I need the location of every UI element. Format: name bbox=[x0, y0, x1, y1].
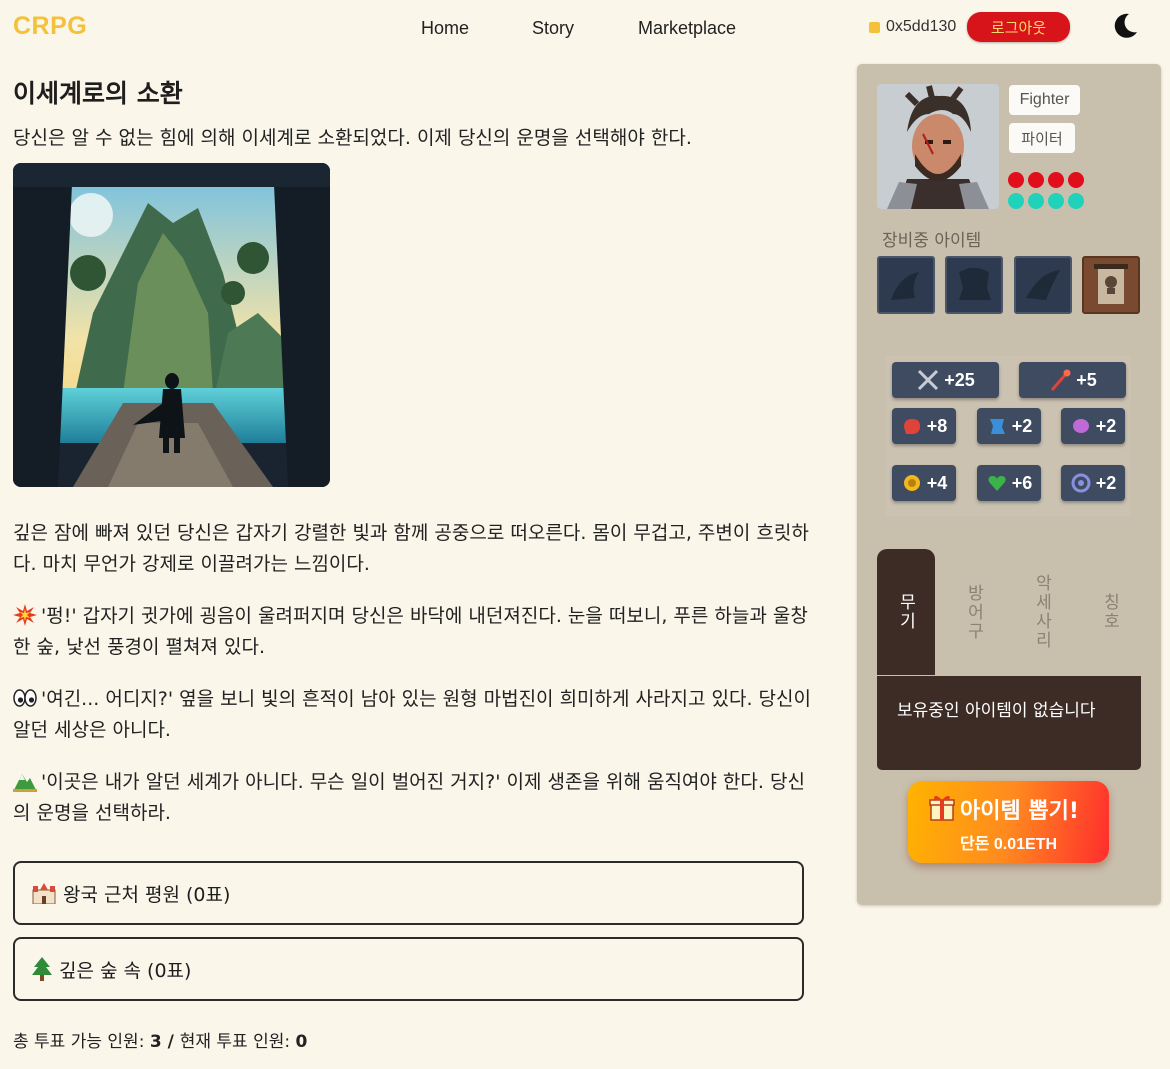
choice-option-forest[interactable]: 깊은 숲 속 (0표) bbox=[13, 937, 804, 1001]
stat-defense: +2 bbox=[977, 408, 1041, 444]
weapon-slot-icon bbox=[891, 272, 919, 300]
story-paragraph-text: 깊은 잠에 빠져 있던 당신은 갑자기 강렬한 빛과 함께 공중으로 떠오른다.… bbox=[13, 522, 809, 575]
health-dot bbox=[1028, 172, 1044, 188]
equip-slot-armor[interactable] bbox=[945, 256, 1003, 314]
wallet-address-text: 0x5dd130 bbox=[886, 18, 957, 35]
tab-weapon[interactable]: 무기 bbox=[877, 549, 935, 675]
vote-current-label: 현재 투표 인원: bbox=[179, 1032, 296, 1052]
story-paragraph: 깊은 잠에 빠져 있던 당신은 갑자기 강렬한 빛과 함께 공중으로 떠오른다.… bbox=[13, 518, 813, 580]
class-badge-ko: 파이터 bbox=[1009, 123, 1075, 153]
fist-icon bbox=[903, 419, 920, 434]
inventory-empty-text: 보유중인 아이템이 없습니다 bbox=[897, 701, 1096, 721]
stat-magic-value: +5 bbox=[1076, 369, 1097, 390]
item-gacha-button[interactable]: 아이템 뽑기! 단돈 0.01ETH bbox=[908, 781, 1109, 863]
story-paragraph-text: '펑!' 갑자기 귓가에 굉음이 울려퍼지며 당신은 바닥에 내던져진다. 눈을… bbox=[13, 605, 808, 658]
story-image bbox=[13, 163, 330, 487]
gift-icon bbox=[929, 795, 955, 821]
mountain-icon bbox=[13, 774, 37, 792]
logo[interactable]: CRPG bbox=[13, 12, 87, 41]
stat-spirit: +2 bbox=[1061, 465, 1125, 501]
tab-title[interactable]: 칭호 bbox=[1081, 549, 1139, 675]
mana-dot bbox=[1068, 193, 1084, 209]
staff-icon bbox=[1051, 369, 1071, 391]
tab-armor[interactable]: 방어구 bbox=[945, 549, 1003, 675]
eyes-icon bbox=[13, 689, 37, 707]
equip-slot-accessory[interactable] bbox=[1014, 256, 1072, 314]
tab-accessory[interactable]: 악세사리 bbox=[1013, 549, 1071, 675]
equip-slot-weapon[interactable] bbox=[877, 256, 935, 314]
explosion-icon bbox=[13, 604, 37, 626]
health-dot bbox=[1048, 172, 1064, 188]
equip-slot-title[interactable] bbox=[1082, 256, 1140, 314]
health-dot bbox=[1008, 172, 1024, 188]
gacha-price: 단돈 0.01ETH bbox=[959, 836, 1058, 853]
choice-label: 깊은 숲 속 (0표) bbox=[59, 959, 192, 982]
health-points bbox=[1008, 172, 1084, 188]
vote-total-value: 3 bbox=[149, 1032, 162, 1052]
stat-defense-value: +2 bbox=[1011, 415, 1033, 436]
nav-story[interactable]: Story bbox=[532, 18, 574, 39]
vote-total-label: 총 투표 가능 인원: bbox=[13, 1032, 150, 1052]
coin-icon bbox=[903, 475, 920, 491]
mana-dot bbox=[1028, 193, 1044, 209]
stat-magic: +5 bbox=[1019, 362, 1126, 398]
gem-icon bbox=[1071, 473, 1091, 493]
story-paragraph: '여긴... 어디지?' 옆을 보니 빛의 흔적이 남아 있는 원형 마법진이 … bbox=[13, 684, 813, 746]
moon-icon[interactable] bbox=[1110, 11, 1140, 41]
top-header: CRPG Home Story Marketplace 0x5dd130 로그아… bbox=[0, 0, 1170, 58]
wallet-address: 0x5dd130 bbox=[869, 18, 956, 36]
health-dot bbox=[1068, 172, 1084, 188]
story-paragraph-text: '이곳은 내가 알던 세계가 아니다. 무슨 일이 벌어진 거지?' 이제 생존… bbox=[13, 771, 805, 824]
stat-attack-value: +25 bbox=[944, 369, 975, 390]
tab-label: 무기 bbox=[895, 593, 916, 631]
nav-marketplace[interactable]: Marketplace bbox=[638, 18, 736, 39]
choice-option-plains[interactable]: 왕국 근처 평원 (0표) bbox=[13, 861, 804, 925]
stat-luck: +4 bbox=[892, 465, 956, 501]
mana-dot bbox=[1008, 193, 1024, 209]
wallet-icon bbox=[869, 21, 880, 33]
mana-dot bbox=[1048, 193, 1064, 209]
banner-icon bbox=[1094, 264, 1128, 304]
inventory-panel: 보유중인 아이템이 없습니다 bbox=[877, 676, 1141, 770]
crossed-swords-icon bbox=[918, 369, 939, 391]
equipped-items-label: 장비중 아이템 bbox=[882, 231, 982, 251]
vote-info: 총 투표 가능 인원: 3 / 현재 투표 인원: 0 bbox=[13, 1027, 307, 1052]
character-portrait bbox=[877, 84, 999, 209]
stat-attack: +25 bbox=[892, 362, 999, 398]
story-paragraph-text: '여긴... 어디지?' 옆을 보니 빛의 흔적이 남아 있는 원형 마법진이 … bbox=[13, 688, 811, 741]
inventory-tabs: 무기 방어구 악세사리 칭호 bbox=[877, 549, 1141, 677]
armor-slot-icon bbox=[959, 268, 991, 300]
castle-icon bbox=[32, 883, 56, 904]
brain-icon bbox=[1072, 419, 1089, 433]
story-paragraph: '이곳은 내가 알던 세계가 아니다. 무슨 일이 벌어진 거지?' 이제 생존… bbox=[13, 767, 813, 829]
stat-strength-value: +8 bbox=[926, 415, 948, 436]
tab-label: 방어구 bbox=[963, 583, 984, 641]
stat-intellect: +2 bbox=[1061, 408, 1125, 444]
choice-label: 왕국 근처 평원 (0표) bbox=[63, 883, 231, 906]
vote-current-value: 0 bbox=[295, 1032, 308, 1052]
tab-label: 악세사리 bbox=[1031, 574, 1052, 650]
vote-separator: / bbox=[161, 1032, 180, 1052]
stat-intellect-value: +2 bbox=[1095, 415, 1117, 436]
gacha-title: 아이템 뽑기! bbox=[960, 799, 1079, 824]
stat-luck-value: +4 bbox=[926, 472, 948, 493]
story-title: 이세계로의 소환 bbox=[13, 79, 183, 108]
stat-strength: +8 bbox=[892, 408, 956, 444]
nav-home[interactable]: Home bbox=[421, 18, 469, 39]
class-badge-en: Fighter bbox=[1009, 85, 1080, 115]
mana-points bbox=[1008, 193, 1084, 209]
character-sidebar: Fighter 파이터 장비중 아이템 +25 +5 +8 +2 +2 +4 +… bbox=[857, 64, 1161, 905]
story-intro: 당신은 알 수 없는 힘에 의해 이세계로 소환되었다. 이제 당신의 운명을 … bbox=[13, 127, 692, 149]
stat-vitality: +6 bbox=[977, 465, 1041, 501]
story-paragraph: '펑!' 갑자기 귓가에 굉음이 울려퍼지며 당신은 바닥에 내던져진다. 눈을… bbox=[13, 601, 813, 663]
tab-label: 칭호 bbox=[1099, 593, 1120, 631]
stat-spirit-value: +2 bbox=[1095, 472, 1117, 493]
logout-button[interactable]: 로그아웃 bbox=[967, 12, 1070, 42]
accessory-slot-icon bbox=[1026, 270, 1060, 300]
stats-panel: +25 +5 +8 +2 +2 +4 +6 +2 bbox=[885, 356, 1131, 516]
tree-icon bbox=[32, 957, 52, 981]
defense-icon bbox=[989, 419, 1005, 434]
heart-icon bbox=[988, 476, 1006, 491]
stat-vitality-value: +6 bbox=[1011, 472, 1033, 493]
